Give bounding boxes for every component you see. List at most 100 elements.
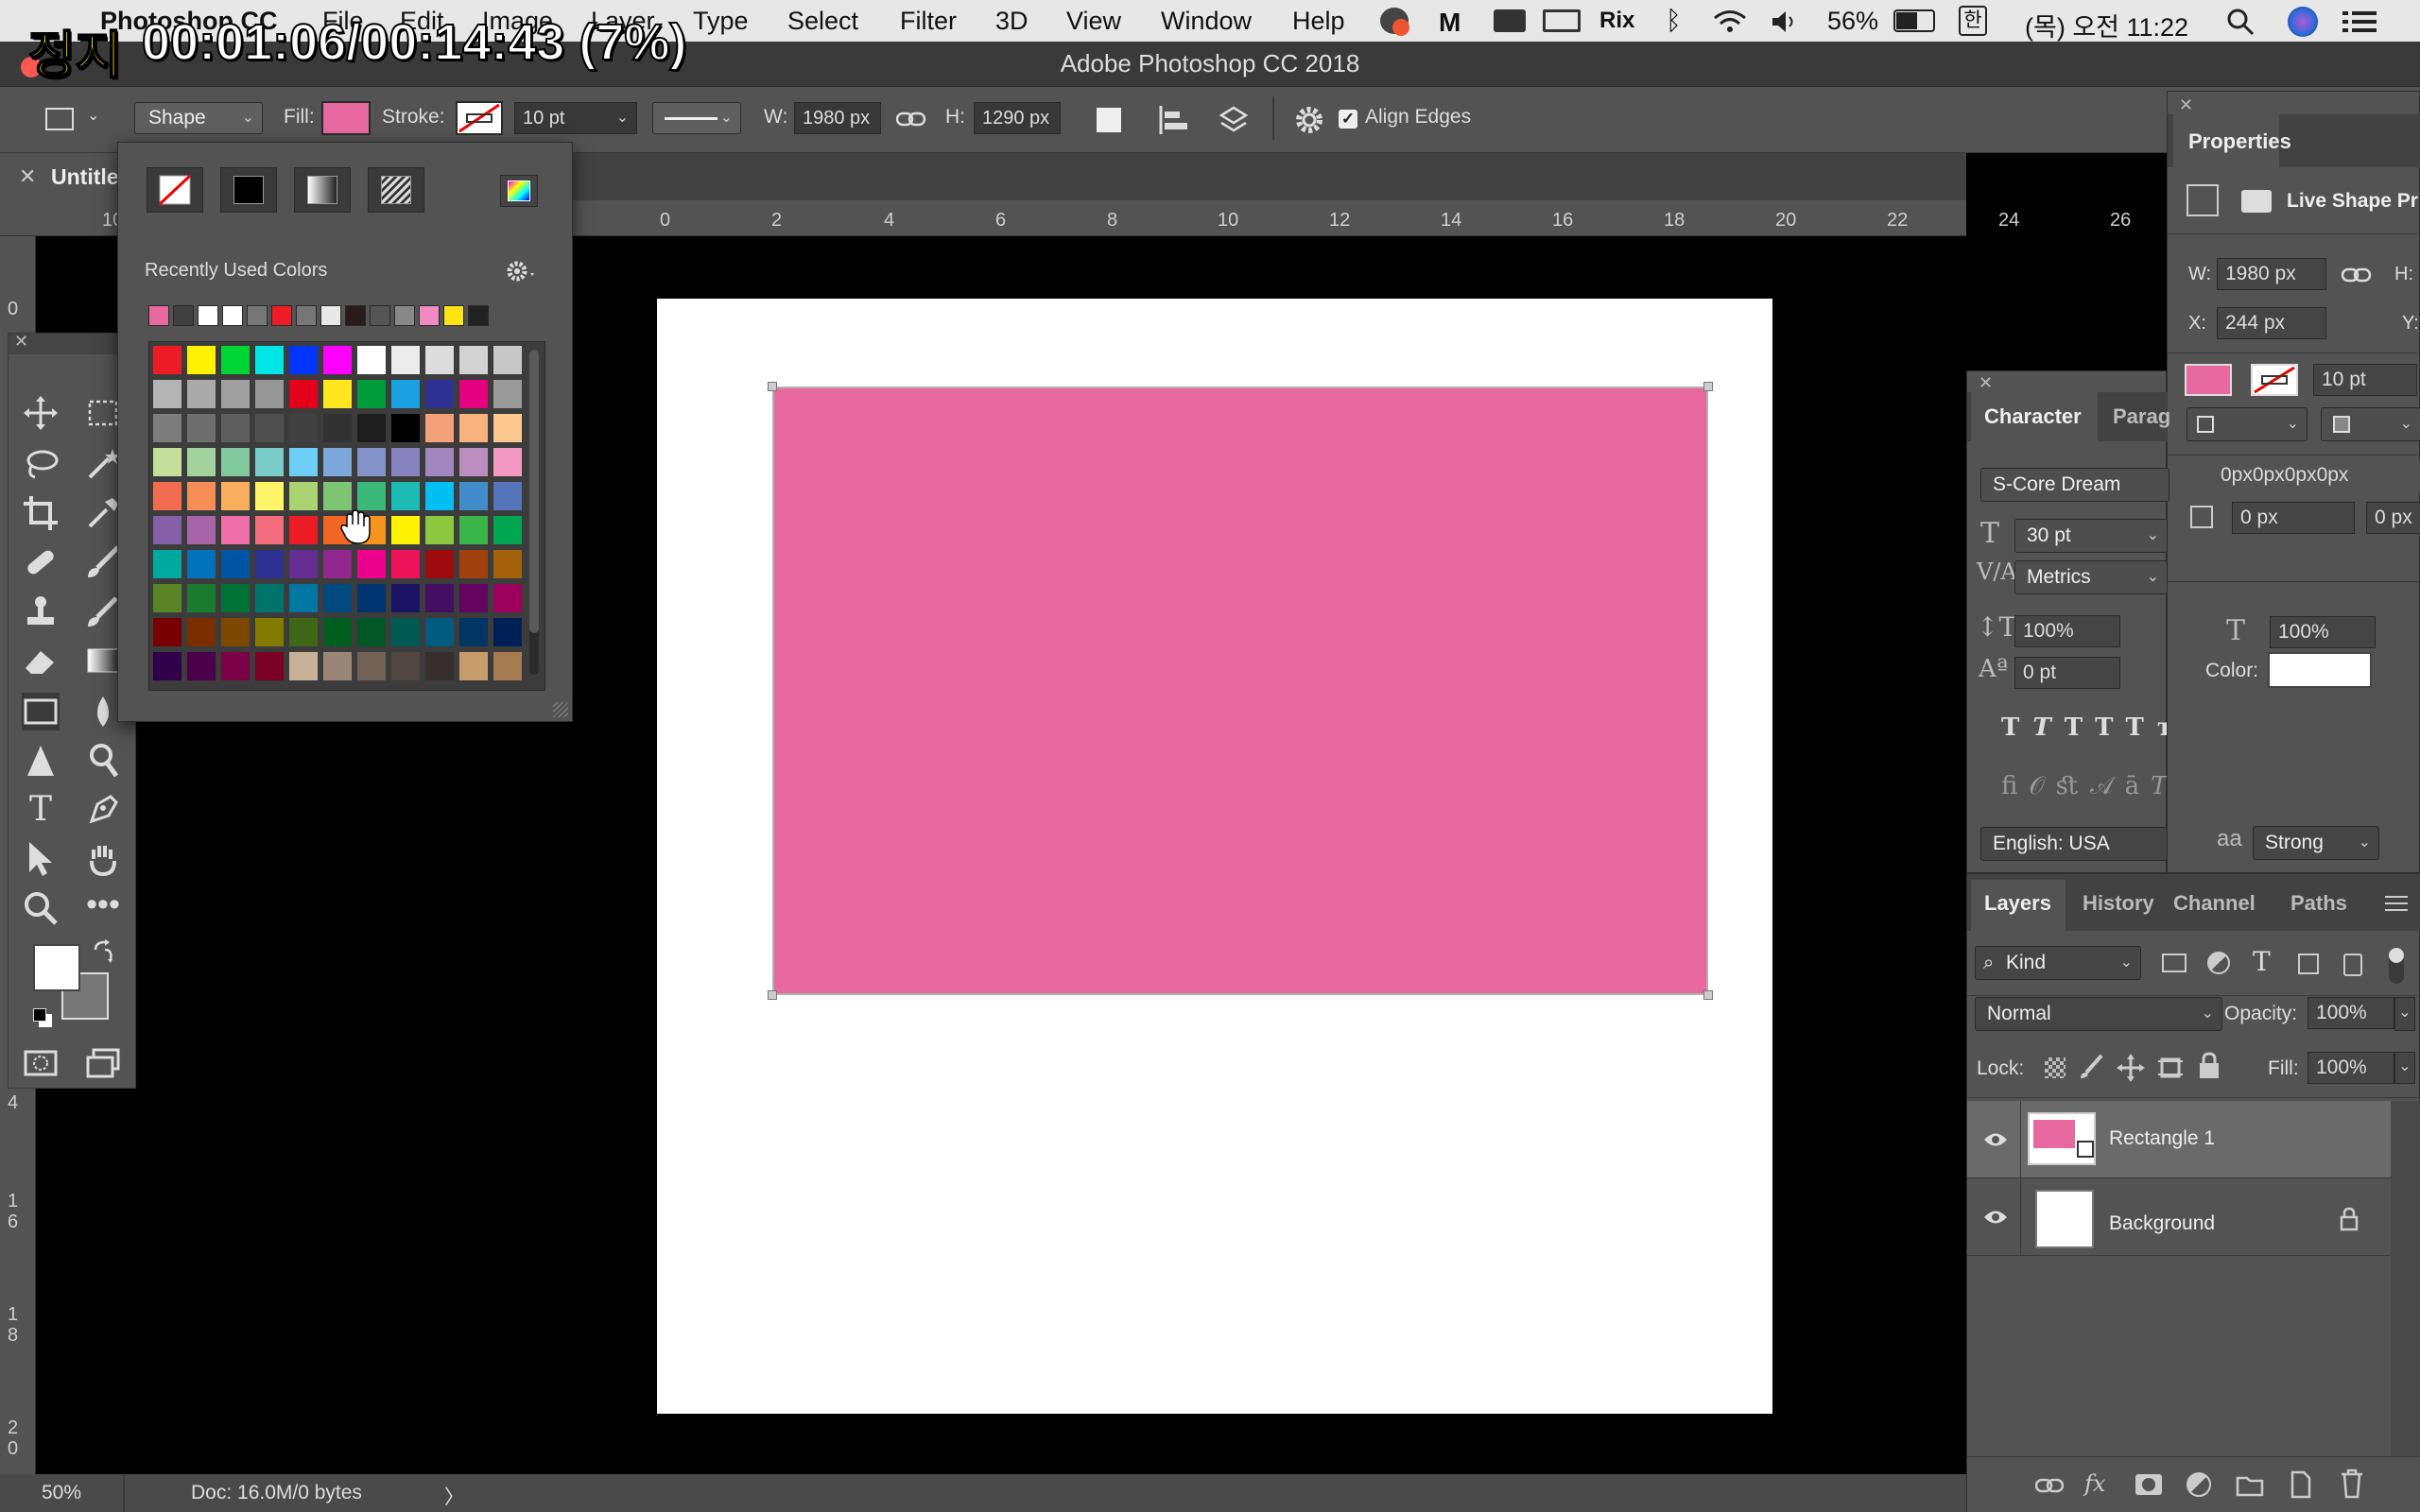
recent-color-swatch[interactable] [173,305,194,326]
text-style-buttons[interactable]: TTTTTᴛT¹T₁TT [2001,713,2345,751]
battery-icon[interactable] [1893,9,1935,32]
link-icon[interactable] [2342,266,2372,284]
color-swatch[interactable] [391,448,420,476]
color-swatch[interactable] [391,618,420,646]
color-swatch[interactable] [255,550,284,578]
color-swatch[interactable] [255,448,284,476]
color-swatch[interactable] [153,618,182,646]
solid-color-button[interactable] [220,167,277,213]
marquee-tool-icon[interactable] [84,394,122,432]
rix-status[interactable]: Rix [1599,8,1634,34]
stroke-width-field[interactable]: 10 pt ⌄ [514,102,637,134]
color-swatch[interactable] [289,448,318,476]
eyedropper-icon[interactable] [84,494,122,532]
color-swatch[interactable] [459,380,488,408]
foreground-color-swatch[interactable] [33,944,80,991]
color-swatch[interactable] [153,550,182,578]
color-swatch[interactable] [493,652,522,680]
shape-stroke-swatch[interactable] [2251,364,2298,396]
font-family-select[interactable]: S-Core Dream [1980,468,2169,502]
layer-row[interactable]: Rectangle 1 [1967,1101,2391,1178]
color-swatch[interactable] [153,482,182,510]
color-swatch[interactable] [323,584,352,612]
color-swatch[interactable] [255,618,284,646]
menu-help[interactable]: Help [1292,7,1345,36]
add-mask-icon[interactable] [2135,1474,2162,1495]
type-tool-icon[interactable]: T [22,791,60,829]
filter-adjustment-icon[interactable] [2207,952,2230,974]
color-swatch[interactable] [255,652,284,680]
lock-transparent-icon[interactable] [2045,1057,2066,1078]
color-swatch[interactable] [493,380,522,408]
menu-filter[interactable]: Filter [900,7,957,36]
color-swatch[interactable] [187,550,216,578]
tools-panel-header[interactable]: ✕ [9,332,135,354]
opentype-buttons[interactable]: ﬁ𝒪ﬆ𝒜ā𝑇1ˢᵗ½ [2001,772,2266,810]
color-swatch[interactable] [391,550,420,578]
hand-tool-icon[interactable] [84,840,122,878]
color-swatch[interactable] [187,516,216,544]
antialias-select[interactable]: Strong ⌄ [2253,826,2379,860]
shape-x-field[interactable]: 244 px [2217,307,2326,339]
color-swatch[interactable] [357,482,386,510]
color-swatch[interactable] [357,448,386,476]
fill-opacity-field[interactable]: 100% [2308,1052,2394,1084]
color-swatch[interactable] [425,414,454,442]
color-swatch[interactable] [221,550,250,578]
lock-artboard-icon[interactable] [2156,1054,2185,1082]
color-swatch[interactable] [255,482,284,510]
blur-tool-icon[interactable] [84,693,122,730]
transform-handle[interactable] [1703,990,1713,1000]
color-swatch[interactable] [187,346,216,374]
recent-color-swatch[interactable] [443,305,464,326]
siri-icon[interactable] [2288,7,2318,37]
color-swatch[interactable] [425,380,454,408]
color-swatch[interactable] [391,516,420,544]
direct-selection-icon[interactable] [22,840,60,878]
color-swatch[interactable] [153,584,182,612]
height-field[interactable]: 1290 px [974,102,1061,134]
color-swatch[interactable] [459,448,488,476]
width-field[interactable]: 1980 px [794,102,881,134]
color-swatch[interactable] [493,516,522,544]
color-swatch[interactable] [187,652,216,680]
move-tool-icon[interactable] [22,394,60,432]
new-layer-icon[interactable] [2289,1470,2313,1499]
layer-row[interactable]: Background [1967,1178,2391,1256]
chevron-down-icon[interactable]: ⌄ [2394,1052,2415,1084]
color-swatch[interactable] [493,414,522,442]
link-layers-icon[interactable] [2035,1476,2064,1495]
color-swatch[interactable] [255,414,284,442]
notification-center-icon[interactable] [2342,10,2377,33]
recent-color-swatch[interactable] [468,305,489,326]
color-swatch[interactable] [459,652,488,680]
color-swatch[interactable] [391,346,420,374]
color-swatch[interactable] [153,380,182,408]
filter-toggle[interactable] [2389,948,2404,984]
transform-handle[interactable] [768,382,777,391]
color-swatch[interactable] [425,618,454,646]
tab-channels[interactable]: Channel [2173,891,2256,916]
color-swatch[interactable] [255,584,284,612]
color-swatch[interactable] [425,448,454,476]
menu-type[interactable]: Type [693,7,749,36]
menu-view[interactable]: View [1066,7,1121,36]
color-swatch[interactable] [357,414,386,442]
corner-radius-field[interactable]: 0 px [2366,502,2420,534]
delete-layer-icon[interactable] [2340,1469,2364,1499]
link-icon[interactable] [896,110,926,129]
transform-handle[interactable] [1703,382,1713,391]
blend-mode-select[interactable]: Normal ⌄ [1975,997,2222,1031]
chevron-down-icon[interactable]: ⌄ [2394,997,2415,1031]
recent-color-swatch[interactable] [247,305,268,326]
screen-mode-icon[interactable] [84,1044,122,1082]
properties-title[interactable]: Properties [2188,129,2291,154]
color-swatch[interactable] [459,516,488,544]
kerning-select[interactable]: Metrics ⌄ [2014,560,2168,594]
color-swatch[interactable] [323,652,352,680]
color-swatch[interactable] [391,652,420,680]
path-selection-icon[interactable] [22,742,60,780]
color-swatch[interactable] [255,380,284,408]
color-swatch[interactable] [289,380,318,408]
close-icon[interactable]: ✕ [1979,373,1993,393]
